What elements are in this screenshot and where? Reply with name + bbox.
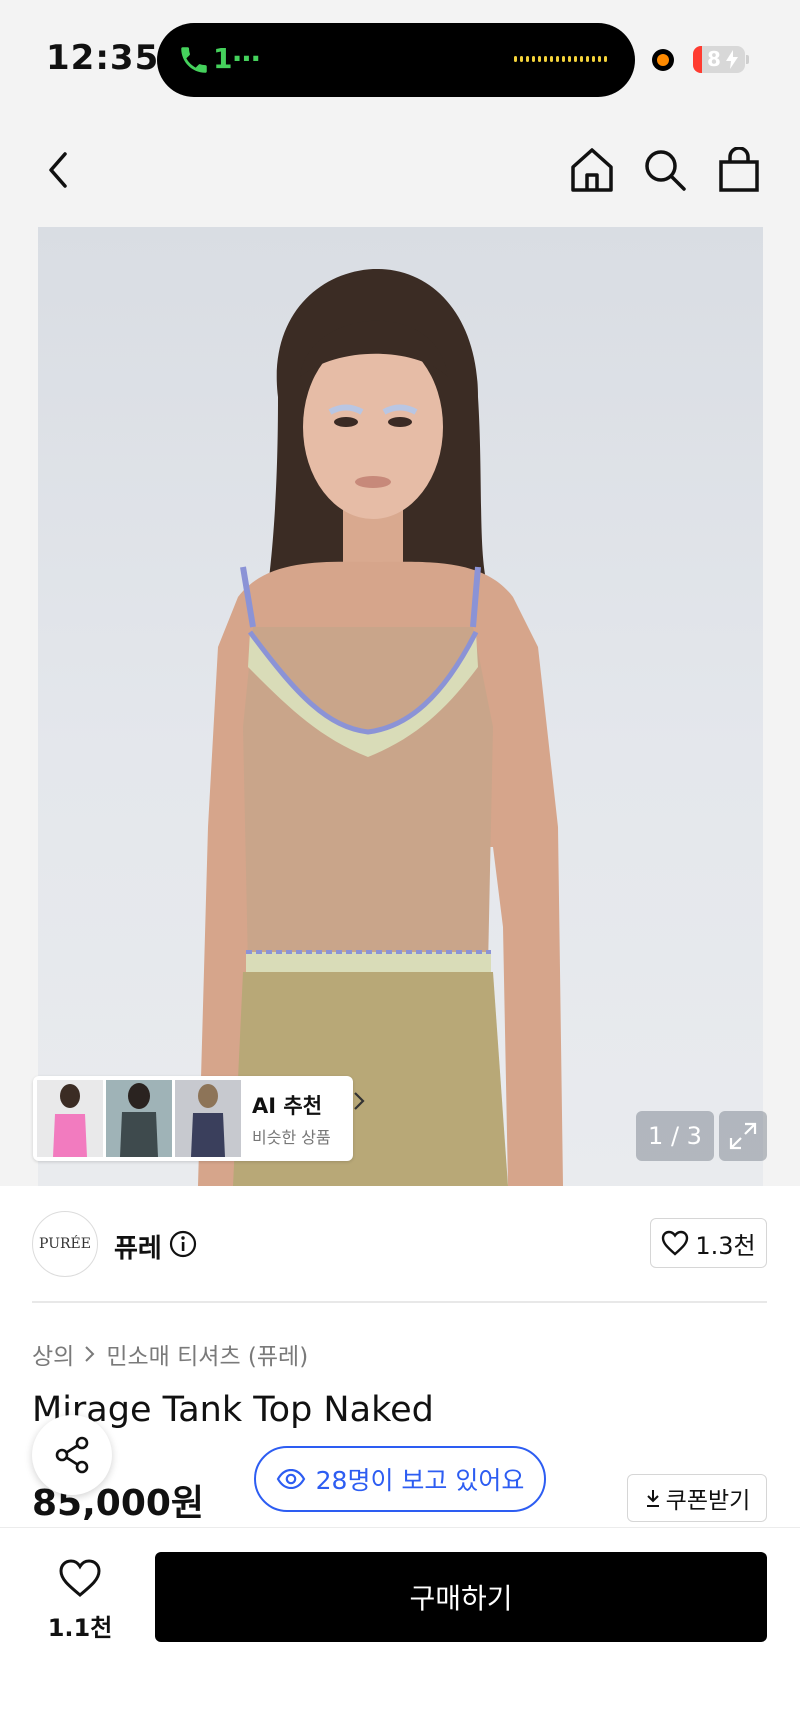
brand-like-button[interactable]: 1.3천: [650, 1218, 767, 1268]
brand-logo[interactable]: PURÉE: [32, 1211, 98, 1277]
similar-product-thumbnail[interactable]: [37, 1080, 103, 1157]
similar-product-thumbnail[interactable]: [106, 1080, 172, 1157]
shopping-bag-icon: [719, 147, 759, 192]
ai-recommendation-card[interactable]: AI 추천 비슷한 상품: [33, 1076, 365, 1161]
bottom-action-bar: 1.1천 구매하기: [0, 1527, 800, 1735]
phone-icon: [181, 47, 207, 73]
product-image-gallery[interactable]: AI 추천 비슷한 상품 1 / 3: [0, 227, 800, 1186]
battery-icon: 8: [693, 46, 745, 73]
audio-wave-icon: [514, 56, 607, 62]
expand-icon: [729, 1122, 757, 1150]
share-button[interactable]: [32, 1415, 112, 1495]
image-page-indicator: 1 / 3: [636, 1111, 714, 1161]
coupon-download-button[interactable]: 쿠폰받기: [627, 1474, 767, 1522]
fullscreen-button[interactable]: [719, 1111, 767, 1161]
chevron-right-icon: [85, 1346, 95, 1362]
info-icon[interactable]: [169, 1230, 197, 1258]
model-illustration: [198, 268, 563, 1186]
battery-tip: [746, 55, 749, 64]
cart-button[interactable]: [711, 142, 767, 198]
back-button[interactable]: [30, 142, 86, 198]
download-icon: [646, 1490, 659, 1507]
navigation-bar: [0, 120, 800, 227]
eye-icon: [276, 1469, 305, 1489]
wishlist-button[interactable]: 1.1천: [40, 1558, 120, 1643]
heart-icon: [59, 1559, 101, 1597]
chevron-right-icon: [354, 1092, 365, 1110]
search-button[interactable]: [637, 142, 693, 198]
home-button[interactable]: [564, 142, 620, 198]
ai-recommend-subtitle: 비슷한 상품: [252, 1128, 331, 1147]
brand-like-count: 1.3천: [695, 1231, 756, 1260]
heart-icon: [662, 1230, 689, 1256]
buy-button[interactable]: 구매하기: [155, 1552, 767, 1642]
ai-recommend-title: AI 추천: [252, 1094, 323, 1118]
status-bar: 12:35 1⋯ 8: [0, 0, 800, 120]
live-viewers-text: 28명이 보고 있어요: [315, 1466, 525, 1495]
coupon-label: 쿠폰받기: [665, 1488, 751, 1514]
breadcrumb: 상의 민소매 티셔츠 (퓨레): [32, 1337, 308, 1371]
breadcrumb-subcategory[interactable]: 민소매 티셔츠 (퓨레): [106, 1337, 308, 1371]
product-photo: [38, 227, 763, 1186]
breadcrumb-category[interactable]: 상의: [32, 1337, 74, 1371]
brand-name[interactable]: 퓨레: [114, 1228, 162, 1265]
charging-bolt-icon: [726, 50, 738, 69]
live-viewers-badge: 28명이 보고 있어요: [254, 1446, 546, 1512]
wishlist-count: 1.1천: [47, 1614, 113, 1642]
section-divider: [32, 1301, 767, 1303]
home-icon: [571, 148, 613, 192]
recording-indicator-icon: [652, 49, 674, 71]
call-duration-text: 1⋯: [213, 42, 261, 75]
status-time: 12:35: [46, 38, 160, 78]
dynamic-island[interactable]: 1⋯: [157, 23, 635, 97]
product-detail-page: 12:35 1⋯ 8 AI 추천 비슷한 상품 1 / 3 PURÉE 퓨레 1…: [0, 0, 800, 1735]
search-icon: [645, 150, 686, 191]
similar-product-thumbnail[interactable]: [175, 1080, 241, 1157]
share-icon: [55, 1436, 89, 1474]
battery-level: 8: [707, 47, 721, 71]
back-arrow-icon: [49, 152, 67, 188]
